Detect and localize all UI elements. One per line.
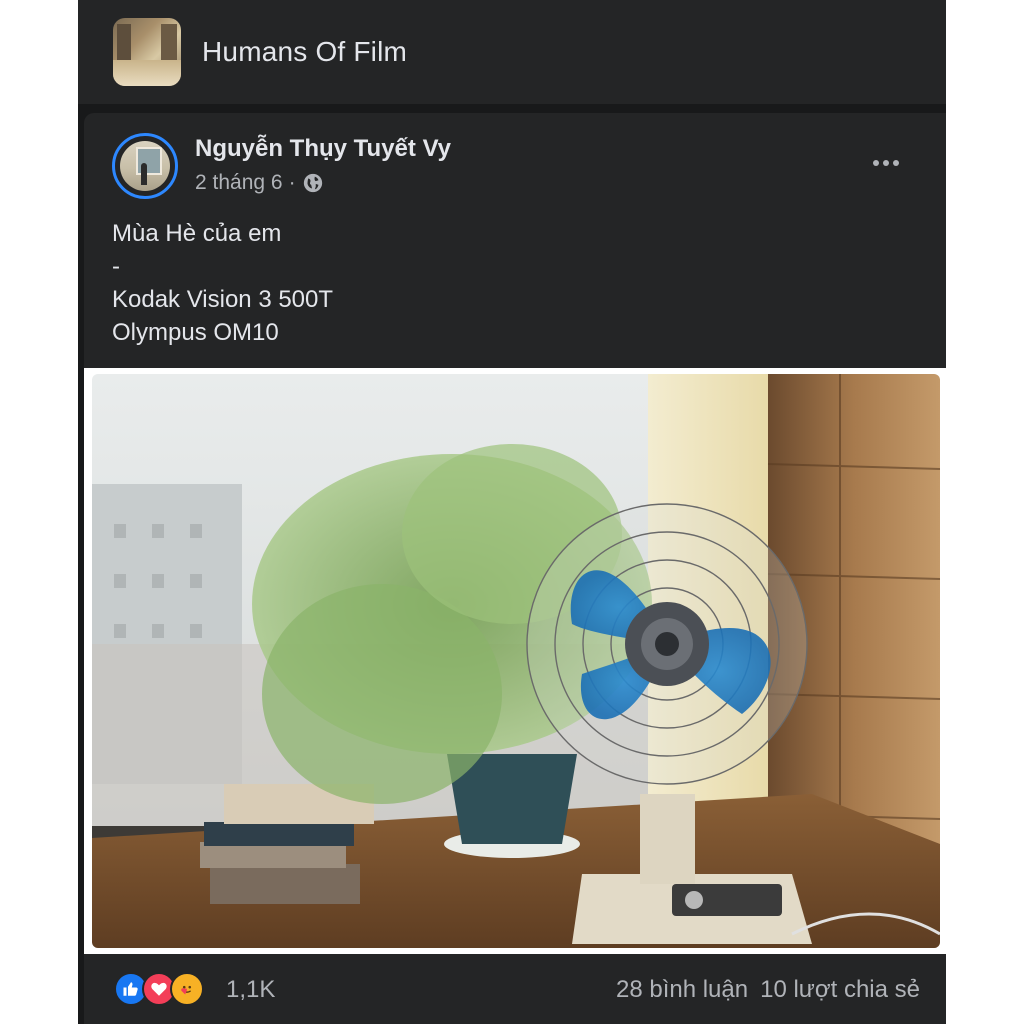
post-photo[interactable] [92,374,940,948]
caption-line: Kodak Vision 3 500T [112,286,334,313]
post-photo-container[interactable] [84,368,946,954]
post-footer: 1,1K 28 bình luận 10 lượt chia sẻ [84,954,946,1024]
globe-icon[interactable] [302,172,324,194]
caption-line: Mùa Hè của em [112,220,282,247]
caption-line: Olympus OM10 [112,319,279,346]
post-meta: 2 tháng 6 · [195,171,324,195]
post-stats: 28 bình luận 10 lượt chia sẻ [616,976,920,1004]
caption-line: - [112,253,120,280]
more-options-icon[interactable] [868,149,904,177]
group-name[interactable]: Humans Of Film [202,36,407,68]
author-name[interactable]: Nguyễn Thụy Tuyết Vy [195,135,451,163]
group-header[interactable]: Humans Of Film [78,0,946,104]
care-icon [170,972,204,1006]
app-frame: Humans Of Film Nguyễn Thụy Tuyết Vy 2 th… [78,0,946,1024]
reaction-count[interactable]: 1,1K [226,976,275,1004]
meta-separator: · [288,171,296,194]
post-card: Nguyễn Thụy Tuyết Vy 2 tháng 6 · Mùa Hè … [84,113,946,1024]
post-date[interactable]: 2 tháng 6 [195,171,283,195]
reaction-icons[interactable] [114,972,214,1008]
group-thumbnail[interactable] [113,18,181,86]
author-avatar[interactable] [112,133,178,199]
post-caption: Mùa Hè của em - Kodak Vision 3 500T Olym… [112,217,333,349]
comments-count[interactable]: 28 bình luận [616,976,748,1004]
shares-count[interactable]: 10 lượt chia sẻ [760,976,920,1004]
